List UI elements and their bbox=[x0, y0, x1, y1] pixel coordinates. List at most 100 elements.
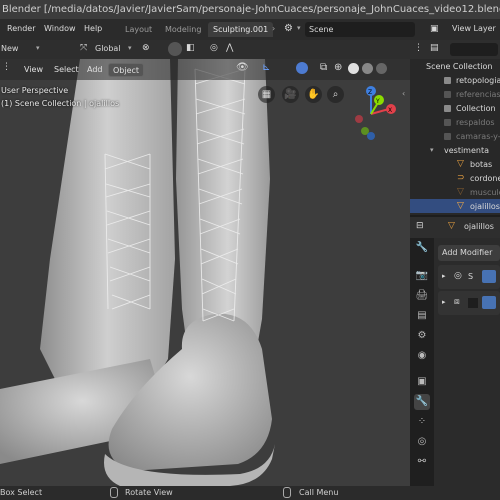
outliner-header: ⋮ ▤ bbox=[410, 40, 500, 59]
orientation-dropdown[interactable]: Global bbox=[95, 44, 121, 53]
modifier-icon: ⧈ bbox=[454, 297, 460, 307]
menu-view[interactable]: View bbox=[20, 63, 47, 77]
outliner-row-selected[interactable]: ▽ ojalillos bbox=[410, 199, 500, 213]
menu-select[interactable]: Select bbox=[50, 63, 83, 77]
tool-settings-bar: New ▾ ⤧ Global ▾ ⊗ ◧ ◎ ⋀ bbox=[0, 40, 410, 59]
falloff-icon[interactable]: ⋀ bbox=[226, 43, 233, 53]
menu-add[interactable]: Add bbox=[83, 63, 107, 77]
editor-type-icon[interactable]: ⋮ bbox=[2, 62, 11, 72]
add-modifier-button[interactable]: Add Modifier bbox=[438, 245, 500, 261]
display-mode-icon[interactable]: ▤ bbox=[430, 43, 439, 53]
visibility-icon[interactable]: 👁 bbox=[236, 62, 249, 73]
modifier-icon: ◎ bbox=[454, 271, 462, 281]
rendered-shading-icon[interactable] bbox=[376, 63, 387, 74]
collection-icon bbox=[444, 91, 451, 98]
overlay-icon[interactable] bbox=[296, 62, 308, 74]
menu-render[interactable]: Render bbox=[7, 24, 35, 33]
axis-neg-x-handle bbox=[355, 115, 363, 123]
snap-target-icon[interactable]: ◧ bbox=[186, 43, 195, 53]
outliner-row[interactable]: ▽ botas bbox=[410, 157, 500, 171]
pivot-icon[interactable]: ⊗ bbox=[142, 43, 150, 53]
modifier-panel[interactable]: ▸ ⧈ bbox=[438, 291, 500, 315]
sidebar-toggle-icon[interactable]: ‹ bbox=[402, 89, 405, 98]
view-layer-icon[interactable]: ▣ bbox=[430, 24, 439, 34]
snap-toggle-icon[interactable] bbox=[168, 42, 182, 56]
tab-modeling[interactable]: Modeling bbox=[160, 22, 206, 37]
new-button[interactable]: New bbox=[1, 44, 18, 53]
modifier-name-field[interactable] bbox=[468, 298, 478, 308]
row-label: botas bbox=[470, 160, 493, 169]
mouse-icon bbox=[283, 487, 291, 498]
status-box-select: Box Select bbox=[0, 488, 43, 497]
realtime-toggle-icon[interactable] bbox=[482, 296, 496, 309]
scene-icon[interactable]: ⚙ bbox=[284, 23, 293, 34]
mesh-icon: ▽ bbox=[457, 159, 464, 169]
modifier-name[interactable]: S bbox=[468, 272, 473, 281]
grid-view-icon[interactable]: ▦ bbox=[258, 86, 275, 103]
view-layer-tab-icon[interactable]: ▤ bbox=[414, 308, 430, 324]
mesh-icon: ▽ bbox=[457, 187, 464, 197]
chevron-down-icon[interactable]: ▾ bbox=[430, 146, 434, 154]
view-layer-label[interactable]: View Layer bbox=[452, 24, 496, 33]
tool-tab-icon[interactable]: 🔧 bbox=[414, 240, 430, 256]
constraints-tab-icon[interactable]: ⚯ bbox=[414, 454, 430, 470]
collection-info: (1) Scene Collection | ojalillos bbox=[1, 99, 120, 108]
solid-shading-icon[interactable] bbox=[348, 63, 359, 74]
outliner-row[interactable]: referencias bbox=[410, 87, 500, 101]
chevron-down-icon[interactable]: ▾ bbox=[297, 24, 301, 32]
chevron-down-icon[interactable]: ▾ bbox=[128, 44, 132, 52]
outliner-row[interactable]: ⊃ cordones bbox=[410, 171, 500, 185]
3d-viewport[interactable]: ⋮ View Select Add Object 👁 ⊾ ⧉ ⊕ User Pe… bbox=[0, 59, 410, 486]
editor-type-icon[interactable]: ⊟ bbox=[416, 221, 424, 231]
outliner-row[interactable]: ▾ vestimenta bbox=[410, 143, 500, 157]
pan-hand-icon[interactable]: ✋ bbox=[305, 86, 322, 103]
mesh-icon: ▽ bbox=[457, 201, 464, 211]
world-tab-icon[interactable]: ◉ bbox=[414, 348, 430, 364]
physics-tab-icon[interactable]: ◎ bbox=[414, 434, 430, 450]
tab-layout[interactable]: Layout bbox=[120, 22, 157, 37]
row-label: Collection bbox=[456, 104, 496, 113]
object-name: ojalillos bbox=[464, 222, 494, 231]
outliner-row[interactable]: respaldos bbox=[410, 115, 500, 129]
chevron-right-icon[interactable]: ▸ bbox=[442, 298, 446, 306]
object-tab-icon[interactable]: ▣ bbox=[414, 374, 430, 390]
particles-tab-icon[interactable]: ⁘ bbox=[414, 414, 430, 430]
xray-icon[interactable]: ⧉ bbox=[320, 62, 327, 73]
modifier-tab-icon[interactable]: 🔧 bbox=[414, 394, 430, 410]
zoom-icon[interactable]: ⌕ bbox=[327, 86, 344, 103]
row-label: ojalillos bbox=[470, 202, 500, 211]
outliner-row[interactable]: camaras-y-luces bbox=[410, 129, 500, 143]
modifier-panel[interactable]: ▸ ◎ S bbox=[438, 265, 500, 289]
collection-icon bbox=[444, 77, 451, 84]
camera-view-icon[interactable]: 🎥 bbox=[282, 86, 299, 103]
wireframe-shading-icon[interactable]: ⊕ bbox=[334, 62, 342, 73]
scene-selector[interactable]: Scene bbox=[305, 22, 415, 37]
output-tab-icon[interactable]: 🖨 bbox=[414, 288, 430, 304]
outliner-row[interactable]: Collection bbox=[410, 101, 500, 115]
outliner-row[interactable]: retopologias bbox=[410, 73, 500, 87]
wrench-icon: ▽ bbox=[448, 221, 455, 231]
chevron-down-icon[interactable]: ▾ bbox=[36, 44, 40, 52]
axis-neg-z-handle bbox=[367, 132, 375, 140]
outliner-row[interactable]: ▽ musculos bbox=[410, 185, 500, 199]
outliner-search-input[interactable] bbox=[450, 43, 498, 56]
material-shading-icon[interactable] bbox=[362, 63, 373, 74]
proportional-edit-icon[interactable]: ◎ bbox=[210, 43, 218, 53]
axis-gizmo[interactable]: Z X Y bbox=[345, 79, 405, 149]
render-tab-icon[interactable]: 📷 bbox=[414, 268, 430, 284]
chevron-right-icon[interactable]: ▸ bbox=[442, 272, 446, 280]
tab-sculpting[interactable]: Sculpting.001 bbox=[208, 22, 274, 37]
menu-window[interactable]: Window bbox=[44, 24, 76, 33]
gizmo-toggle-icon[interactable]: ⊾ bbox=[262, 62, 270, 73]
transform-orientation-icon[interactable]: ⤧ bbox=[80, 43, 87, 53]
properties-tabs: 🔧 📷 🖨 ▤ ⚙ ◉ ▣ 🔧 ⁘ ◎ ⚯ bbox=[410, 238, 434, 486]
menu-help[interactable]: Help bbox=[84, 24, 102, 33]
row-label: respaldos bbox=[456, 118, 495, 127]
realtime-toggle-icon[interactable] bbox=[482, 270, 496, 283]
more-tabs-icon[interactable]: › bbox=[272, 24, 275, 33]
menu-object[interactable]: Object bbox=[108, 63, 145, 77]
outliner-row[interactable]: Scene Collection bbox=[410, 59, 500, 73]
add-modifier-label: Add Modifier bbox=[442, 248, 493, 257]
editor-type-icon[interactable]: ⋮ bbox=[414, 43, 423, 53]
scene-tab-icon[interactable]: ⚙ bbox=[414, 328, 430, 344]
